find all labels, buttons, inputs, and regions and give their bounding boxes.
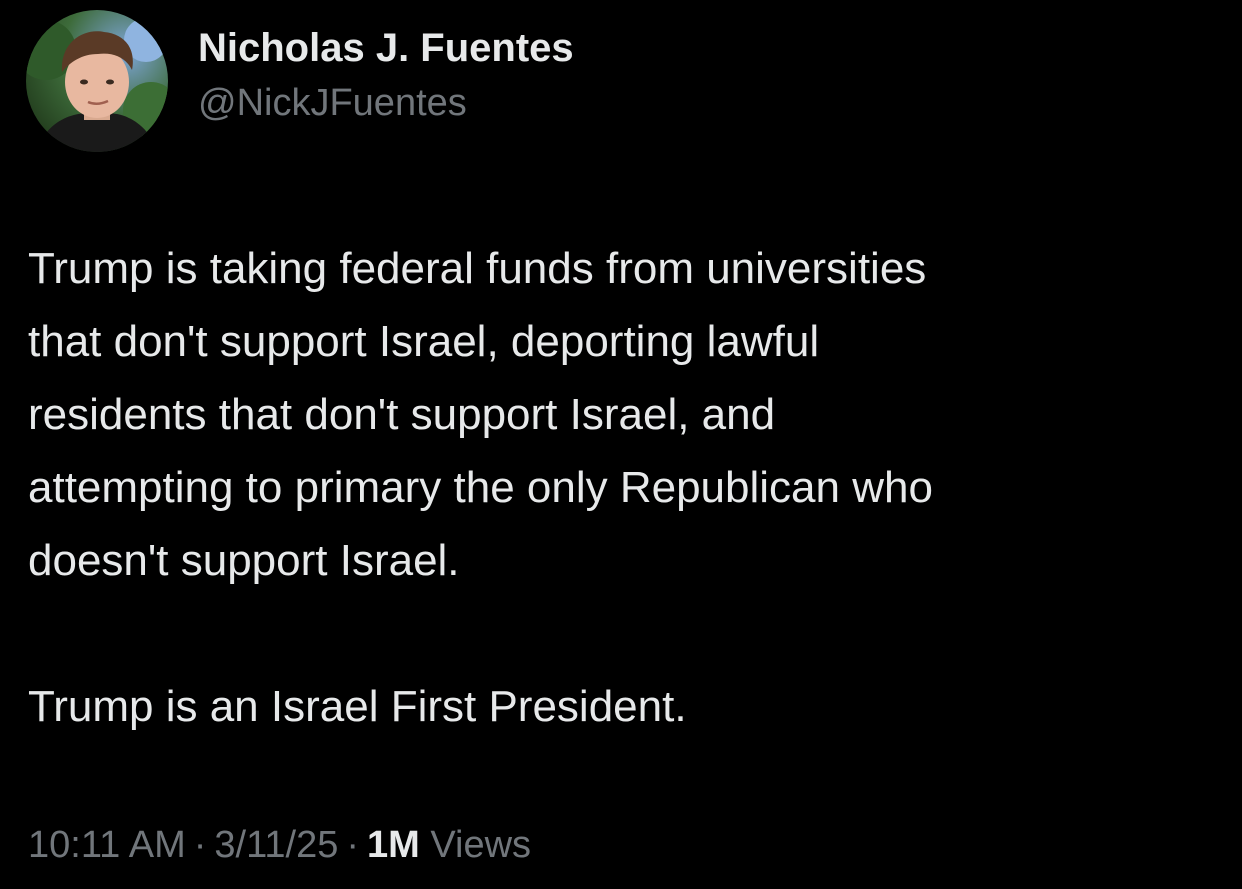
author-handle[interactable]: @NickJFuentes: [198, 78, 574, 128]
tweet-metadata: 10:11 AM · 3/11/25 · 1M Views: [28, 820, 531, 870]
tweet-paragraph: Trump is taking federal funds from unive…: [28, 244, 933, 585]
avatar[interactable]: [26, 10, 168, 152]
profile-photo-icon: [26, 18, 168, 152]
tweet-text: Trump is taking federal funds from unive…: [28, 232, 1208, 743]
author-display-name[interactable]: Nicholas J. Fuentes: [198, 24, 574, 72]
tweet-date[interactable]: 3/11/25: [214, 824, 338, 866]
views-count: 1M: [367, 824, 420, 866]
meta-separator: ·: [346, 824, 360, 866]
tweet-paragraph: Trump is an Israel First President.: [28, 682, 687, 731]
meta-separator: ·: [193, 824, 207, 866]
tweet-time[interactable]: 10:11 AM: [28, 824, 186, 866]
tweet: Nicholas J. Fuentes @NickJFuentes Trump …: [0, 0, 1242, 889]
tweet-header: Nicholas J. Fuentes @NickJFuentes: [26, 10, 574, 152]
views-label: Views: [430, 824, 532, 866]
author-names: Nicholas J. Fuentes @NickJFuentes: [198, 24, 574, 128]
